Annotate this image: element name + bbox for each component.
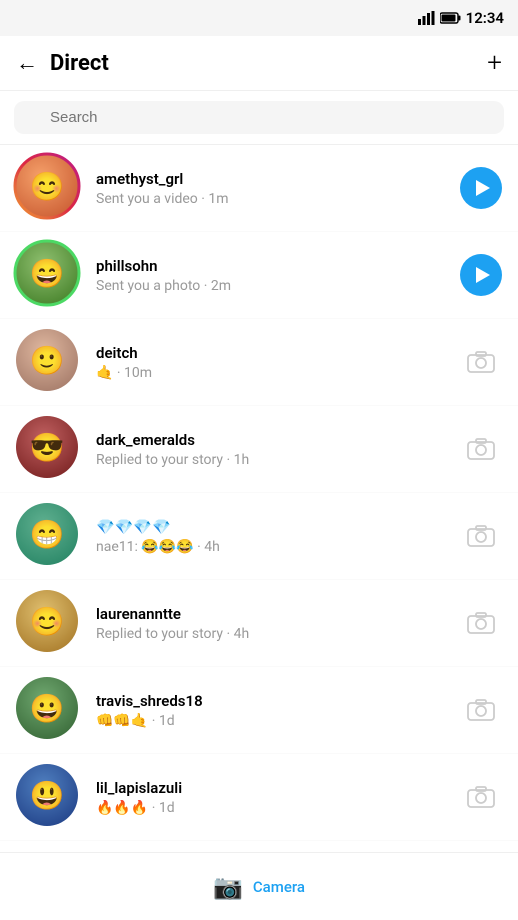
battery-icon	[440, 12, 462, 24]
message-username: 💎💎💎💎	[96, 518, 452, 536]
message-preview: 🔥🔥🔥 · 1d	[96, 800, 452, 816]
back-button[interactable]: ←	[16, 46, 46, 80]
camera-icon[interactable]	[460, 428, 502, 470]
avatar: 😎	[16, 416, 78, 478]
avatar-container: 🙂	[16, 329, 82, 395]
story-ring-gradient	[13, 152, 81, 220]
list-item[interactable]: 🙂 deitch 🤙 · 10m	[0, 319, 518, 406]
camera-icon[interactable]	[460, 515, 502, 557]
search-wrapper: 🔍	[14, 101, 504, 134]
search-container: 🔍	[0, 91, 518, 145]
status-icons: 12:34	[418, 9, 504, 27]
bottom-nav: 📷 Camera	[0, 852, 518, 920]
status-time: 12:34	[466, 9, 504, 27]
camera-icon[interactable]	[460, 689, 502, 731]
list-item[interactable]: 😃 lil_lapislazuli 🔥🔥🔥 · 1d	[0, 754, 518, 841]
message-content: travis_shreds18 👊👊🤙 · 1d	[96, 692, 452, 729]
message-username: deitch	[96, 344, 452, 362]
list-item[interactable]: 😀 travis_shreds18 👊👊🤙 · 1d	[0, 667, 518, 754]
message-content: deitch 🤙 · 10m	[96, 344, 452, 381]
avatar-container: 😀	[16, 677, 82, 743]
message-username: amethyst_grl	[96, 170, 452, 188]
message-content: lil_lapislazuli 🔥🔥🔥 · 1d	[96, 779, 452, 816]
avatar-container: 😁	[16, 503, 82, 569]
camera-action-icon	[467, 786, 495, 808]
message-preview: 🤙 · 10m	[96, 365, 452, 381]
page-title: Direct	[50, 51, 487, 76]
message-preview: 👊👊🤙 · 1d	[96, 713, 452, 729]
message-username: lil_lapislazuli	[96, 779, 452, 797]
camera-action-icon	[467, 612, 495, 634]
message-content: amethyst_grl Sent you a video · 1m	[96, 170, 452, 207]
camera-icon[interactable]	[460, 776, 502, 818]
avatar-container: 😊	[16, 590, 82, 656]
camera-nav-label[interactable]: Camera	[253, 878, 305, 896]
avatar-container: 😃	[16, 764, 82, 830]
avatar-container: 😎	[16, 416, 82, 482]
message-preview: Replied to your story · 4h	[96, 626, 452, 642]
message-content: 💎💎💎💎 nae11: 😂😂😂 · 4h	[96, 518, 452, 555]
message-username: dark_emeralds	[96, 431, 452, 449]
message-username: laurenanntte	[96, 605, 452, 623]
play-button[interactable]	[460, 167, 502, 209]
avatar-container: 😄	[16, 242, 82, 308]
list-item[interactable]: 😊 amethyst_grl Sent you a video · 1m	[0, 145, 518, 232]
message-list: 😊 amethyst_grl Sent you a video · 1m 😄 p…	[0, 145, 518, 841]
story-ring-green	[13, 239, 81, 307]
list-item[interactable]: 😊 laurenanntte Replied to your story · 4…	[0, 580, 518, 667]
message-content: dark_emeralds Replied to your story · 1h	[96, 431, 452, 468]
play-button[interactable]	[460, 254, 502, 296]
status-bar: 12:34	[0, 0, 518, 36]
camera-action-icon	[467, 699, 495, 721]
camera-action-icon	[467, 351, 495, 373]
camera-nav-icon: 📷	[213, 873, 243, 901]
list-item[interactable]: 😎 dark_emeralds Replied to your story · …	[0, 406, 518, 493]
message-preview: Sent you a video · 1m	[96, 191, 452, 207]
avatar: 😊	[16, 590, 78, 652]
camera-icon[interactable]	[460, 341, 502, 383]
message-username: travis_shreds18	[96, 692, 452, 710]
avatar-container: 😊	[16, 155, 82, 221]
camera-icon[interactable]	[460, 602, 502, 644]
search-input[interactable]	[14, 101, 504, 134]
message-content: laurenanntte Replied to your story · 4h	[96, 605, 452, 642]
list-item[interactable]: 😄 phillsohn Sent you a photo · 2m	[0, 232, 518, 319]
avatar: 😁	[16, 503, 78, 565]
message-preview: nae11: 😂😂😂 · 4h	[96, 539, 452, 555]
avatar: 🙂	[16, 329, 78, 391]
avatar: 😃	[16, 764, 78, 826]
message-preview: Sent you a photo · 2m	[96, 278, 452, 294]
camera-action-icon	[467, 438, 495, 460]
camera-action-icon	[467, 525, 495, 547]
add-button[interactable]: +	[487, 48, 502, 78]
list-item[interactable]: 😁 💎💎💎💎 nae11: 😂😂😂 · 4h	[0, 493, 518, 580]
avatar: 😀	[16, 677, 78, 739]
signal-icon	[418, 11, 436, 25]
message-content: phillsohn Sent you a photo · 2m	[96, 257, 452, 294]
message-preview: Replied to your story · 1h	[96, 452, 452, 468]
message-username: phillsohn	[96, 257, 452, 275]
header: ← Direct +	[0, 36, 518, 91]
